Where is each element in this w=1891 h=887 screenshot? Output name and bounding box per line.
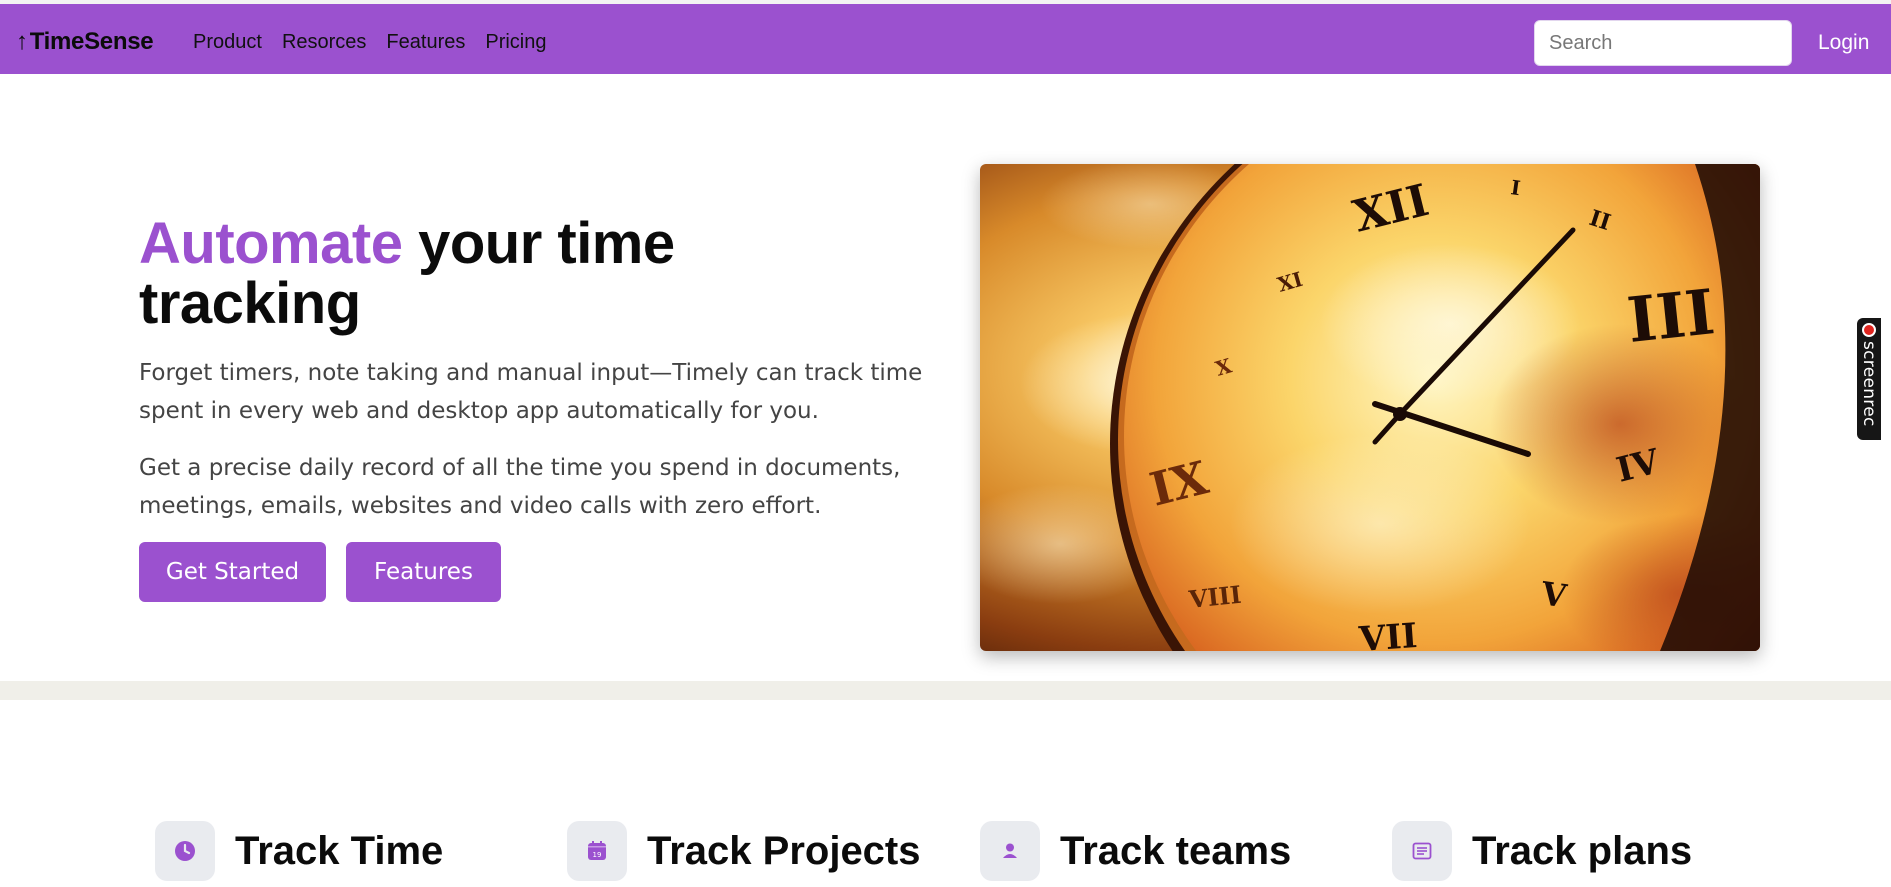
feature-title: Track plans (1472, 828, 1693, 873)
brand-logo[interactable]: ↑ TimeSense (16, 26, 154, 58)
nav-link-product[interactable]: Product (193, 31, 262, 54)
hero-paragraph-2: Get a precise daily record of all the ti… (139, 455, 901, 519)
svg-text:VIII: VIII (1187, 580, 1243, 614)
svg-text:III: III (1624, 275, 1718, 357)
brand-name: TimeSense (29, 28, 154, 55)
screenrec-label: screenrec (1859, 341, 1879, 427)
hero-title-accent: Automate (139, 211, 403, 276)
feature-track-time: Track Time (155, 821, 443, 881)
nav-link-features[interactable]: Features (386, 31, 465, 54)
person-icon (980, 821, 1040, 881)
login-link[interactable]: Login (1818, 28, 1869, 58)
calendar-icon: 19 (567, 821, 627, 881)
hero-clock-image: XII I II III IV V VIII IX X XI VII (980, 164, 1760, 651)
feature-title: Track Time (235, 828, 444, 873)
hero-title: Automate your time tracking (139, 214, 839, 334)
document-icon (1392, 821, 1452, 881)
svg-text:VII: VII (1357, 616, 1419, 651)
nav-link-pricing[interactable]: Pricing (485, 31, 546, 54)
calendar-icon-date: 19 (593, 851, 602, 859)
navbar: ↑ TimeSense Product Resorces Features Pr… (0, 4, 1891, 74)
main-nav: Product Resorces Features Pricing (193, 26, 567, 58)
search-input[interactable] (1534, 20, 1792, 66)
feature-title: Track teams (1060, 828, 1292, 873)
hero-paragraph-1: Forget timers, note taking and manual in… (139, 360, 923, 424)
features-button[interactable]: Features (346, 542, 501, 602)
arrow-up-icon: ↑ (16, 28, 28, 55)
feature-title: Track Projects (647, 828, 921, 873)
get-started-button[interactable]: Get Started (139, 542, 326, 602)
record-dot-icon (1862, 323, 1876, 337)
screenrec-badge[interactable]: screenrec (1857, 318, 1881, 440)
feature-track-projects: 19 Track Projects (567, 821, 921, 881)
feature-track-plans: Track plans (1392, 821, 1692, 881)
clock-icon (155, 821, 215, 881)
section-divider (0, 681, 1891, 700)
feature-track-teams: Track teams (980, 821, 1291, 881)
nav-link-resources[interactable]: Resorces (282, 31, 366, 54)
